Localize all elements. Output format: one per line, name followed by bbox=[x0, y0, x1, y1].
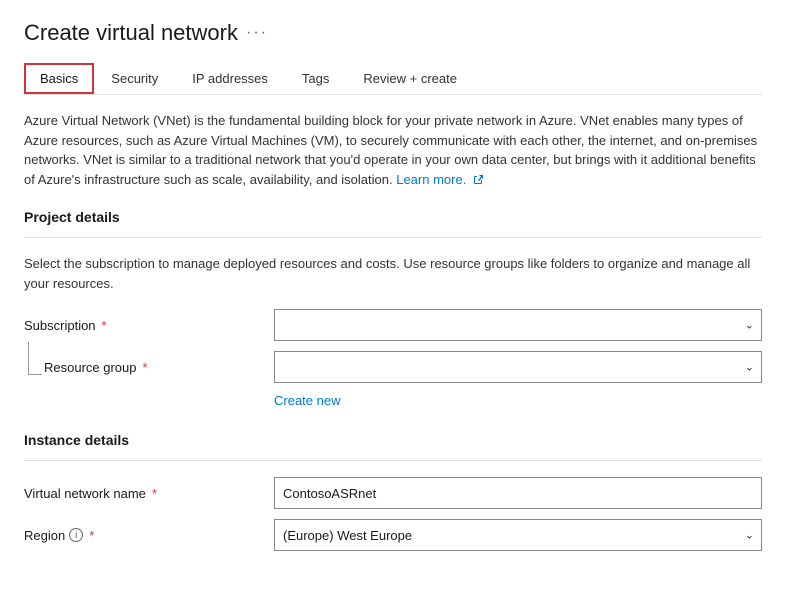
instance-details-section: Instance details Virtual network name * … bbox=[24, 432, 762, 551]
resource-group-field: ⌄ bbox=[274, 351, 762, 383]
vnet-name-row: Virtual network name * bbox=[24, 477, 762, 509]
tab-tags[interactable]: Tags bbox=[285, 62, 346, 95]
more-options-icon[interactable]: ··· bbox=[246, 24, 268, 42]
tab-ip-addresses[interactable]: IP addresses bbox=[175, 62, 285, 95]
page-header: Create virtual network ··· bbox=[24, 20, 762, 46]
tab-review-create[interactable]: Review + create bbox=[346, 62, 474, 95]
vnet-name-label: Virtual network name * bbox=[24, 486, 274, 501]
subscription-dropdown[interactable] bbox=[274, 309, 762, 341]
region-required-marker: * bbox=[89, 528, 94, 543]
region-dropdown-wrapper: (Europe) West Europe ⌄ bbox=[274, 519, 762, 551]
region-label: Region i * bbox=[24, 528, 274, 543]
description-block: Azure Virtual Network (VNet) is the fund… bbox=[24, 111, 762, 189]
resource-group-label: Resource group * bbox=[24, 360, 274, 375]
subscription-label: Subscription * bbox=[24, 318, 274, 333]
tab-bar: Basics Security IP addresses Tags Review… bbox=[24, 62, 762, 95]
region-dropdown[interactable]: (Europe) West Europe bbox=[274, 519, 762, 551]
resource-group-row: Resource group * ⌄ bbox=[24, 351, 762, 383]
instance-section-divider bbox=[24, 460, 762, 461]
external-link-icon bbox=[472, 174, 484, 186]
vnet-name-input[interactable] bbox=[274, 477, 762, 509]
vnet-name-required-marker: * bbox=[152, 486, 157, 501]
instance-details-title: Instance details bbox=[24, 432, 762, 452]
project-details-title: Project details bbox=[24, 209, 762, 229]
region-field: (Europe) West Europe ⌄ bbox=[274, 519, 762, 551]
tab-basics[interactable]: Basics bbox=[24, 63, 94, 94]
project-details-section: Project details Select the subscription … bbox=[24, 209, 762, 408]
resource-group-required-marker: * bbox=[143, 360, 148, 375]
region-info-icon[interactable]: i bbox=[69, 528, 83, 542]
tab-security[interactable]: Security bbox=[94, 62, 175, 95]
resource-group-dropdown[interactable] bbox=[274, 351, 762, 383]
page-title: Create virtual network bbox=[24, 20, 238, 46]
resource-group-dropdown-wrapper: ⌄ bbox=[274, 351, 762, 383]
subscription-field: ⌄ bbox=[274, 309, 762, 341]
vnet-name-field bbox=[274, 477, 762, 509]
create-new-link[interactable]: Create new bbox=[274, 393, 340, 408]
subscription-dropdown-wrapper: ⌄ bbox=[274, 309, 762, 341]
subscription-row: Subscription * ⌄ bbox=[24, 309, 762, 341]
learn-more-link[interactable]: Learn more. bbox=[396, 172, 484, 187]
project-details-description: Select the subscription to manage deploy… bbox=[24, 254, 762, 293]
description-text: Azure Virtual Network (VNet) is the fund… bbox=[24, 111, 762, 189]
section-divider bbox=[24, 237, 762, 238]
region-row: Region i * (Europe) West Europe ⌄ bbox=[24, 519, 762, 551]
subscription-required-marker: * bbox=[102, 318, 107, 333]
